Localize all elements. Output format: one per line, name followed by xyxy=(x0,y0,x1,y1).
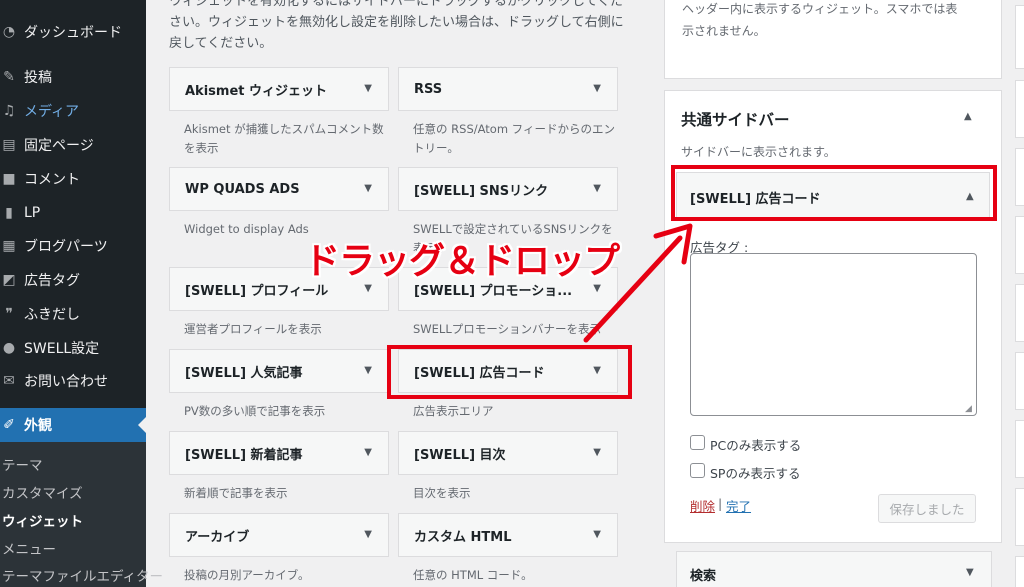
annotation-arrow xyxy=(583,223,693,343)
